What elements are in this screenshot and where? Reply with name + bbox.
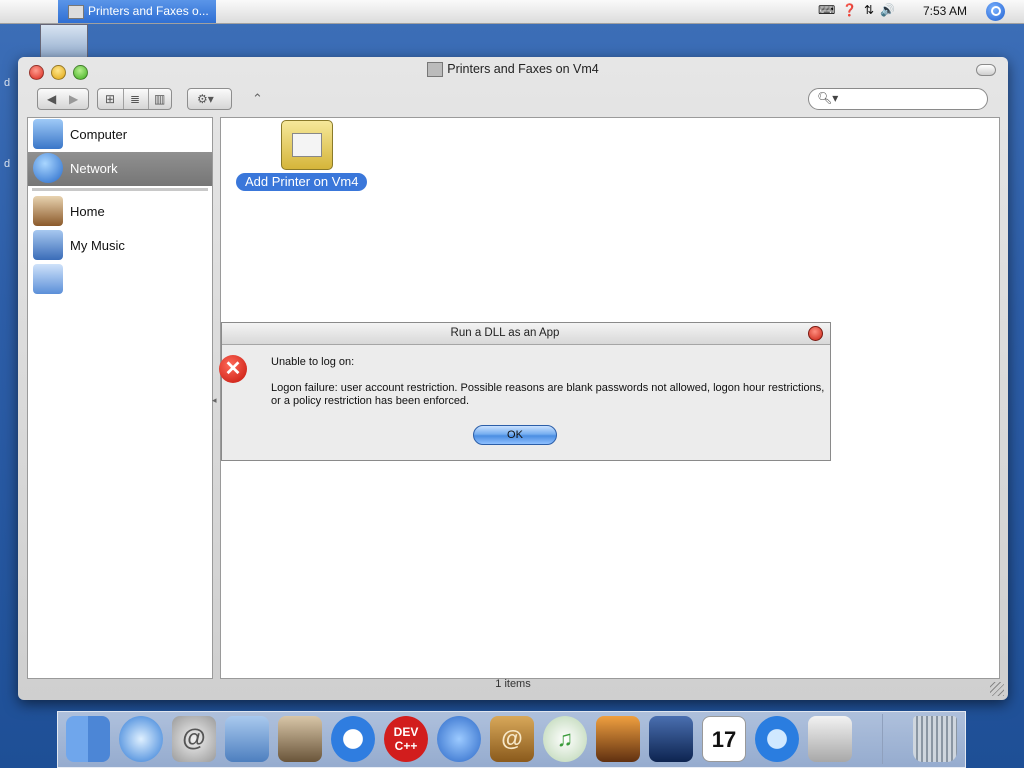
resize-grip[interactable] — [990, 682, 1004, 696]
window-title: Printers and Faxes on Vm4 — [18, 62, 1008, 78]
ok-button[interactable]: OK — [473, 425, 557, 445]
add-printer-label[interactable]: Add Printer on Vm4 — [236, 173, 368, 191]
icon-view-icon[interactable]: ⊞ — [105, 92, 115, 106]
home-icon — [33, 196, 63, 226]
gear-icon: ⚙▾ — [197, 92, 214, 106]
toolbar-toggle-button[interactable] — [976, 64, 996, 76]
mail-icon[interactable]: @ — [172, 716, 216, 762]
trash-icon[interactable] — [913, 716, 957, 762]
keyboard-icon[interactable]: ⌨ — [818, 3, 835, 19]
sidebar-divider — [32, 188, 208, 191]
imovie-icon[interactable] — [649, 716, 693, 762]
dock-separator — [882, 714, 883, 764]
dialog-message-heading: Unable to log on: — [271, 356, 355, 368]
sidebar: Computer Network Home My Music — [27, 117, 213, 679]
sidebar-item-label: My Music — [70, 238, 125, 253]
column-view-icon[interactable]: ▥ — [154, 92, 165, 106]
desktop-label-fragment: d — [4, 158, 11, 170]
itunes-icon[interactable]: ♫ — [543, 716, 587, 762]
network-icon[interactable]: ⇅ — [864, 3, 874, 19]
apple-menu-icon[interactable] — [20, 2, 38, 20]
dev-cpp-icon[interactable]: DEV C++ — [384, 716, 428, 762]
up-chevron-icon[interactable]: ⌃ — [252, 91, 263, 107]
printer-icon — [427, 62, 444, 78]
sidebar-item-applications[interactable] — [28, 263, 212, 297]
taskbar-window-label: Printers and Faxes o... — [88, 4, 209, 18]
stamp-app-icon[interactable] — [225, 716, 269, 762]
ichat-icon[interactable] — [437, 716, 481, 762]
dock: @ DEV C++ @ ♫ 17 — [57, 711, 966, 768]
dialog-title-bar[interactable]: Run a DLL as an App — [222, 323, 830, 345]
safari-icon[interactable] — [119, 716, 163, 762]
raccoon-app-icon[interactable] — [278, 716, 322, 762]
taskbar-window-button[interactable]: Printers and Faxes o... — [58, 0, 216, 23]
quicktime-icon[interactable] — [755, 716, 799, 762]
window-title-text: Printers and Faxes on Vm4 — [447, 62, 599, 76]
dialog-close-button[interactable] — [808, 326, 823, 341]
view-mode-control: ⊞ ≣ ▥ — [97, 88, 172, 110]
error-dialog: Run a DLL as an App ✕ Unable to log on: … — [219, 322, 831, 461]
clock: 7:53 AM — [923, 4, 968, 18]
calendar-day: 17 — [711, 727, 737, 752]
add-printer-icon[interactable] — [281, 120, 333, 170]
sidebar-item-label: Computer — [70, 127, 128, 142]
sidebar-item-label: Home — [70, 204, 105, 219]
finder-icon[interactable] — [66, 716, 110, 762]
status-bar: 1 items — [495, 678, 531, 690]
address-book-icon[interactable]: @ — [490, 716, 534, 762]
sidebar-item-label: Network — [70, 161, 118, 176]
action-menu-button[interactable]: ⚙▾ — [187, 88, 232, 110]
sidebar-splitter[interactable]: ◂ — [212, 117, 220, 677]
applications-icon — [33, 264, 63, 294]
desktop-label-fragment: d — [4, 77, 11, 89]
browser-icon[interactable] — [331, 716, 375, 762]
volume-icon[interactable]: 🔊 — [880, 3, 895, 19]
forward-arrow-icon[interactable]: ▶ — [69, 92, 78, 106]
help-icon[interactable]: ❓ — [842, 3, 857, 19]
printer-icon — [68, 5, 84, 19]
dialog-title: Run a DLL as an App — [450, 327, 560, 339]
sidebar-item-computer[interactable]: Computer — [28, 118, 212, 152]
sidebar-item-my-music[interactable]: My Music — [28, 229, 212, 263]
sidebar-item-home[interactable]: Home — [28, 195, 212, 229]
dialog-message-body: Logon failure: user account restriction.… — [271, 382, 825, 407]
spotlight-search-icon[interactable] — [986, 2, 1005, 21]
list-view-icon[interactable]: ≣ — [130, 92, 140, 106]
globe-icon — [33, 153, 63, 183]
back-forward-control: ◀ ▶ — [37, 88, 89, 110]
system-preferences-icon[interactable] — [808, 716, 852, 762]
ical-icon[interactable]: 17 — [702, 716, 746, 762]
search-icon: 🔍︎▾ — [817, 91, 839, 105]
menubar: Printers and Faxes o... ⌨ ❓ ⇅ 🔊 7:53 AM — [0, 0, 1024, 24]
search-input[interactable]: 🔍︎▾ — [808, 88, 988, 110]
back-arrow-icon[interactable]: ◀ — [47, 92, 56, 106]
dev-cpp-label: DEV C++ — [393, 725, 419, 753]
iphoto-icon[interactable] — [596, 716, 640, 762]
error-icon: ✕ — [219, 355, 247, 383]
sidebar-item-network[interactable]: Network — [28, 152, 212, 186]
music-folder-icon — [33, 230, 63, 260]
computer-icon — [33, 119, 63, 149]
